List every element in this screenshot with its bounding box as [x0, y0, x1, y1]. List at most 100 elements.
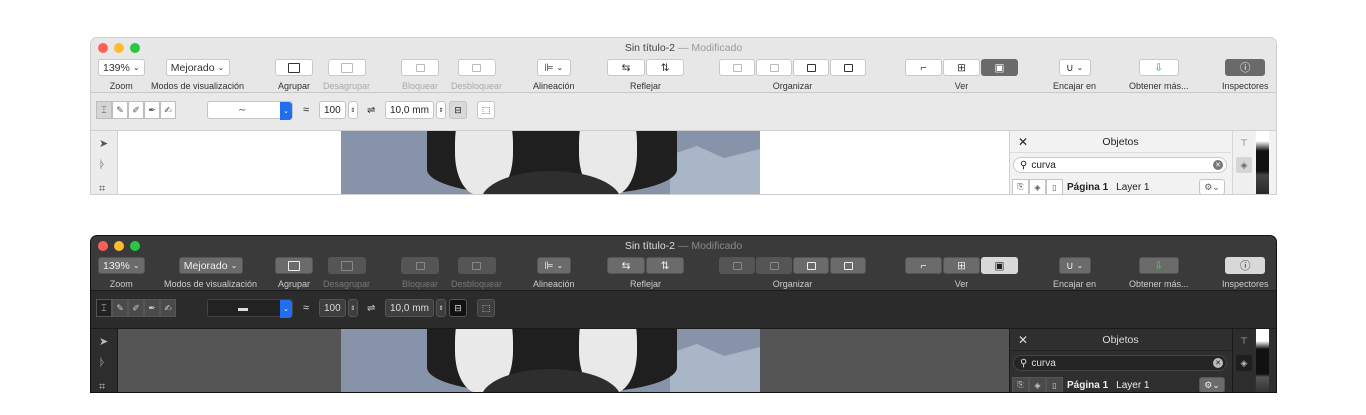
- arrange-inspector-icon[interactable]: ⊤: [1236, 333, 1252, 349]
- reflect-vertical-button[interactable]: ⇅: [646, 257, 684, 274]
- color-swatches[interactable]: [1256, 329, 1269, 392]
- node-tool-icon[interactable]: ᚦ: [99, 357, 106, 369]
- reflect-horizontal-button[interactable]: ⇆: [607, 59, 645, 76]
- stroke-style-select[interactable]: ∼ ⌄: [207, 101, 293, 120]
- width-input[interactable]: 10,0 mm: [385, 101, 434, 119]
- close-icon[interactable]: ✕: [1018, 333, 1028, 347]
- pen-mode-calligraphy[interactable]: ✍: [160, 299, 176, 317]
- pen-mode-curve[interactable]: ⌶: [96, 299, 112, 317]
- pen-mode-pen[interactable]: ✒: [144, 101, 160, 119]
- ungroup-button[interactable]: [327, 257, 366, 274]
- layers-icon[interactable]: ◈: [1029, 377, 1046, 392]
- zoom-dropdown[interactable]: 139% ⌄: [98, 257, 145, 274]
- zoom-dropdown[interactable]: 139% ⌄: [98, 59, 145, 76]
- smoothing-input[interactable]: 100: [319, 299, 346, 317]
- ungroup-button[interactable]: [327, 59, 366, 76]
- unlock-button[interactable]: [457, 257, 496, 274]
- pen-mode-brush[interactable]: ✐: [128, 299, 144, 317]
- lock-button[interactable]: [401, 59, 439, 76]
- crop-tool-icon[interactable]: ⌗: [99, 381, 105, 392]
- clear-search-icon[interactable]: ✕: [1213, 160, 1223, 170]
- rulers-icon: ⌐: [920, 259, 927, 272]
- smoothing-stepper[interactable]: ⇕: [347, 299, 358, 317]
- search-input[interactable]: ⚲ curva ✕: [1013, 355, 1227, 371]
- window-title: Sin título-2 — Modificado: [624, 240, 743, 252]
- snap-dropdown[interactable]: ∪ ⌄: [1058, 59, 1091, 76]
- width-input[interactable]: 10,0 mm: [385, 299, 434, 317]
- pen-mode-pencil[interactable]: ✎: [112, 101, 128, 119]
- zoom-label: Zoom: [109, 279, 133, 289]
- align-dropdown[interactable]: ⊫ ⌄: [536, 59, 571, 76]
- inspectors-button[interactable]: ⓘ: [1225, 257, 1266, 274]
- bring-forward-button[interactable]: [756, 59, 792, 76]
- bounding-box-button[interactable]: ⬚: [477, 299, 495, 317]
- reflect-horizontal-button[interactable]: ⇆: [607, 257, 645, 274]
- pen-mode-calligraphy[interactable]: ✍: [160, 101, 176, 119]
- smoothing-input[interactable]: 100: [319, 101, 346, 119]
- layers-icon[interactable]: ◈: [1029, 179, 1046, 194]
- layer-row[interactable]: ⎘ ◈ ▯ Página 1 Layer 1 ⚙⌄: [1010, 177, 1231, 194]
- layers-inspector-icon[interactable]: ◈: [1236, 157, 1252, 173]
- color-swatches[interactable]: [1256, 131, 1269, 194]
- fill-toggle-button[interactable]: ⊟: [449, 299, 467, 317]
- document-icon[interactable]: ▯: [1046, 179, 1063, 194]
- reflect-vertical-button[interactable]: ⇅: [646, 59, 684, 76]
- view-guides-button[interactable]: ▣: [981, 257, 1018, 274]
- canvas[interactable]: [118, 329, 1009, 392]
- fill-toggle-button[interactable]: ⊟: [449, 101, 467, 119]
- ungroup-icon: [340, 62, 353, 73]
- selection-tool-icon[interactable]: ➤: [99, 137, 108, 150]
- pen-mode-pen[interactable]: ✒: [144, 299, 160, 317]
- view-mode-dropdown[interactable]: Mejorado ⌄: [165, 59, 230, 76]
- bring-to-front-button[interactable]: [719, 257, 755, 274]
- view-rulers-button[interactable]: ⌐: [905, 257, 942, 274]
- width-stepper[interactable]: ⇕: [435, 299, 446, 317]
- group-button[interactable]: [275, 59, 313, 76]
- layer-options-button[interactable]: ⚙⌄: [1199, 179, 1225, 194]
- selection-tool-icon[interactable]: ➤: [99, 335, 108, 348]
- bring-to-front-button[interactable]: [719, 59, 755, 76]
- stroke-style-select[interactable]: ▬ ⌄: [207, 299, 293, 318]
- pen-mode-pencil[interactable]: ✎: [112, 299, 128, 317]
- tool-palette: ➤ ᚦ ⌗: [91, 329, 118, 392]
- page-icon[interactable]: ⎘: [1012, 377, 1029, 392]
- search-input[interactable]: ⚲ curva ✕: [1013, 157, 1227, 173]
- canvas[interactable]: [118, 131, 1009, 194]
- view-mode-dropdown[interactable]: Mejorado ⌄: [178, 257, 243, 274]
- backward-icon: [806, 63, 816, 72]
- lock-button[interactable]: [401, 257, 439, 274]
- unlock-button[interactable]: [457, 59, 496, 76]
- smoothing-stepper[interactable]: ⇕: [347, 101, 358, 119]
- close-icon[interactable]: ✕: [1018, 135, 1028, 149]
- get-more-button[interactable]: ⇩: [1138, 59, 1179, 76]
- node-tool-icon[interactable]: ᚦ: [99, 159, 106, 171]
- send-backward-button[interactable]: [793, 257, 829, 274]
- view-grid-button[interactable]: ⊞: [943, 59, 980, 76]
- crop-tool-icon[interactable]: ⌗: [99, 183, 105, 194]
- arrange-inspector-icon[interactable]: ⊤: [1236, 135, 1252, 151]
- page-label: Página 1: [1067, 181, 1109, 193]
- layer-row[interactable]: ⎘ ◈ ▯ Página 1 Layer 1 ⚙⌄: [1010, 375, 1231, 392]
- view-guides-button[interactable]: ▣: [981, 59, 1018, 76]
- inspectors-button[interactable]: ⓘ: [1225, 59, 1266, 76]
- send-to-back-button[interactable]: [830, 59, 866, 76]
- bounding-box-button[interactable]: ⬚: [477, 101, 495, 119]
- view-rulers-button[interactable]: ⌐: [905, 59, 942, 76]
- pen-mode-brush[interactable]: ✐: [128, 101, 144, 119]
- align-dropdown[interactable]: ⊫ ⌄: [536, 257, 571, 274]
- width-stepper[interactable]: ⇕: [435, 101, 446, 119]
- pen-mode-curve[interactable]: ⌶: [96, 101, 112, 119]
- layers-inspector-icon[interactable]: ◈: [1236, 355, 1252, 371]
- page-icon[interactable]: ⎘: [1012, 179, 1029, 194]
- send-backward-button[interactable]: [793, 59, 829, 76]
- bring-forward-button[interactable]: [756, 257, 792, 274]
- lock-label: Bloquear: [401, 279, 439, 289]
- send-to-back-button[interactable]: [830, 257, 866, 274]
- get-more-button[interactable]: ⇩: [1138, 257, 1179, 274]
- view-grid-button[interactable]: ⊞: [943, 257, 980, 274]
- group-button[interactable]: [275, 257, 313, 274]
- snap-dropdown[interactable]: ∪ ⌄: [1058, 257, 1091, 274]
- clear-search-icon[interactable]: ✕: [1213, 358, 1223, 368]
- layer-options-button[interactable]: ⚙⌄: [1199, 377, 1225, 392]
- document-icon[interactable]: ▯: [1046, 377, 1063, 392]
